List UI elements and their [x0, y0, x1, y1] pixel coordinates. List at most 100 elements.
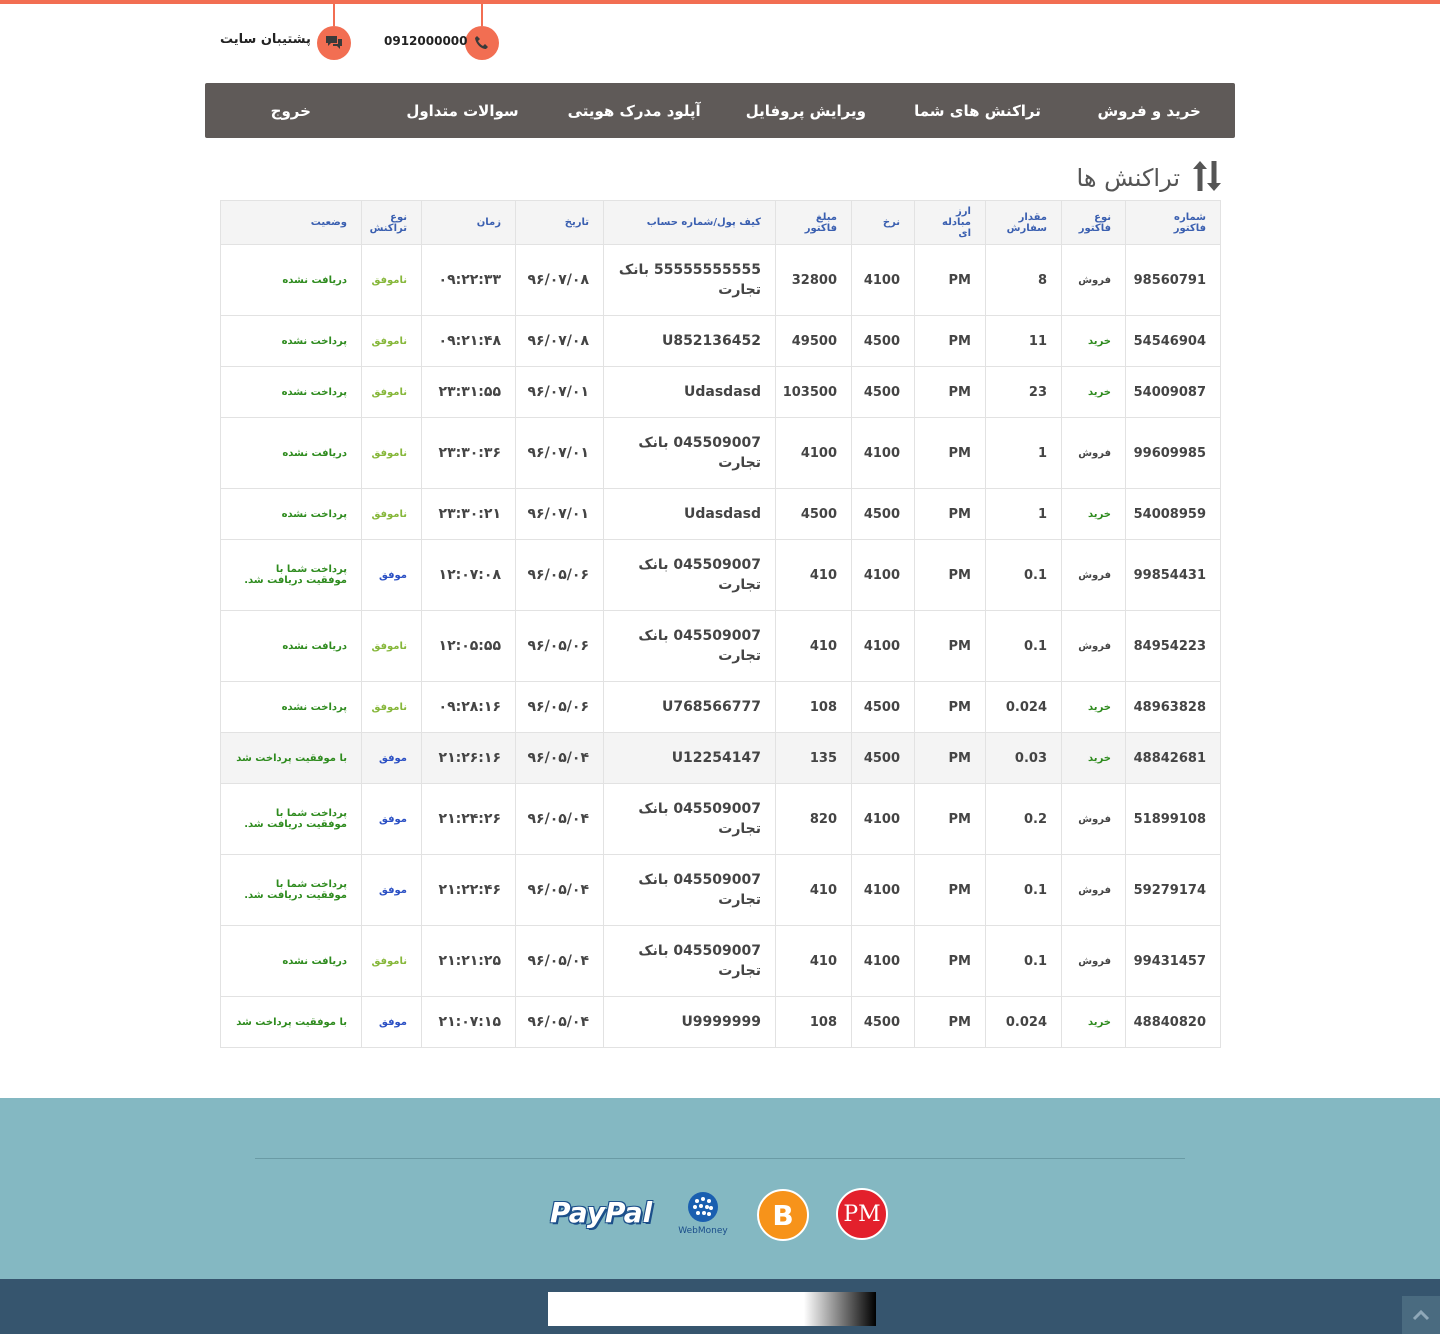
- column-header: کیف پول/شماره حساب: [603, 200, 776, 245]
- cell-invoice: 99609985: [1125, 417, 1221, 489]
- table-row[interactable]: 54009087 خرید 23 PM 4500 103500 Udasdasd ۹۶/۰۷/…: [220, 366, 1221, 418]
- nav-item-buy-sell[interactable]: خرید و فروش: [1063, 102, 1235, 120]
- cell-tx: ناموفق: [361, 366, 422, 418]
- table-row[interactable]: 48842681 خرید 0.03 PM 4500 135 U12254147 ۹۶/۰۵/…: [220, 732, 1221, 784]
- top-accent-line: [0, 0, 1440, 4]
- cell-tx: ناموفق: [361, 610, 422, 682]
- cell-invoice: 48842681: [1125, 732, 1221, 784]
- cell-currency: PM: [914, 366, 986, 418]
- cell-date: ۹۶/۰۵/۰۶: [515, 681, 604, 733]
- nav-item-logout[interactable]: خروج: [205, 102, 377, 120]
- cell-tx: موفق: [361, 539, 422, 611]
- webmoney-logo-icon: WebMoney: [673, 1190, 733, 1236]
- column-header: نوع تراکنش: [361, 200, 422, 245]
- cell-amount: 1: [985, 488, 1062, 540]
- table-row[interactable]: 99431457 فروش 0.1 PM 4100 410 045509007 بانک ت…: [220, 925, 1221, 997]
- cell-rate: 4500: [851, 366, 915, 418]
- main-nav: خرید و فروش تراکنش های شما ویرایش پروفای…: [205, 83, 1235, 138]
- cell-wallet: U9999999: [603, 996, 776, 1048]
- cell-time: ۱۲:۰۵:۵۵: [421, 610, 516, 682]
- cell-amount: 1: [985, 417, 1062, 489]
- cell-currency: PM: [914, 732, 986, 784]
- cell-status: پرداخت نشده: [220, 366, 362, 418]
- cell-type: خرید: [1061, 681, 1126, 733]
- cell-time: ۲۱:۰۷:۱۵: [421, 996, 516, 1048]
- bitcoin-logo-icon: B: [757, 1189, 809, 1241]
- column-header: زمان: [421, 200, 516, 245]
- cell-currency: PM: [914, 925, 986, 997]
- phone-icon: [465, 26, 499, 60]
- column-header: وضعیت: [220, 200, 362, 245]
- cell-currency: PM: [914, 610, 986, 682]
- cell-time: ۰۹:۲۸:۱۶: [421, 681, 516, 733]
- support-label: پشتیبان سایت: [220, 32, 311, 47]
- cell-time: ۲۱:۲۶:۱۶: [421, 732, 516, 784]
- cell-date: ۹۶/۰۷/۰۱: [515, 488, 604, 540]
- scroll-to-top-button[interactable]: [1402, 1296, 1440, 1334]
- cell-time: ۱۲:۰۷:۰۸: [421, 539, 516, 611]
- cell-wallet: 045509007 بانک تجارت: [603, 610, 776, 682]
- transactions-table: شماره فاکتور نوع فاکتور مقدار سفارش ارز مبا…: [220, 200, 1221, 1048]
- chevron-up-icon: [1412, 1309, 1430, 1321]
- cell-type: خرید: [1061, 996, 1126, 1048]
- cell-tx: ناموفق: [361, 244, 422, 316]
- nav-item-transactions[interactable]: تراکنش های شما: [892, 102, 1064, 120]
- table-row[interactable]: 54546904 خرید 11 PM 4500 49500 U852136452 ۹۶/۰۷…: [220, 315, 1221, 367]
- cell-status: پرداخت شما با موفقیت دریافت شد.: [220, 783, 362, 855]
- cell-tx: موفق: [361, 996, 422, 1048]
- table-row[interactable]: 84954223 فروش 0.1 PM 4100 410 045509007 بانک ت…: [220, 610, 1221, 682]
- cell-total: 4500: [775, 488, 852, 540]
- cell-currency: PM: [914, 488, 986, 540]
- cell-total: 410: [775, 539, 852, 611]
- cell-type: فروش: [1061, 854, 1126, 926]
- table-row[interactable]: 99854431 فروش 0.1 PM 4100 410 045509007 بانک ت…: [220, 539, 1221, 611]
- cell-amount: 0.1: [985, 610, 1062, 682]
- chat-icon: [317, 26, 351, 60]
- support-contact[interactable]: پشتیبان سایت: [220, 4, 352, 60]
- page-title-row: تراکنش ها: [1030, 158, 1222, 198]
- table-row[interactable]: 54008959 خرید 1 PM 4500 4500 Udasdasd ۹۶/۰۷/۰۱ ۲…: [220, 488, 1221, 540]
- cell-currency: PM: [914, 783, 986, 855]
- cell-date: ۹۶/۰۵/۰۴: [515, 925, 604, 997]
- cell-wallet: U12254147: [603, 732, 776, 784]
- cell-type: فروش: [1061, 417, 1126, 489]
- table-header-row: شماره فاکتور نوع فاکتور مقدار سفارش ارز مبا…: [220, 200, 1221, 245]
- cell-wallet: 045509007 بانک تجارت: [603, 783, 776, 855]
- cell-date: ۹۶/۰۷/۰۸: [515, 244, 604, 316]
- nav-item-edit-profile[interactable]: ویرایش پروفایل: [720, 102, 892, 120]
- cell-date: ۹۶/۰۵/۰۶: [515, 610, 604, 682]
- table-body: 98560791 فروش 8 PM 4100 32800 55555555555 بانک…: [220, 244, 1221, 1048]
- cell-date: ۹۶/۰۵/۰۴: [515, 783, 604, 855]
- cell-type: فروش: [1061, 610, 1126, 682]
- cell-status: با موفقیت پرداخت شد: [220, 732, 362, 784]
- column-header: تاریخ: [515, 200, 604, 245]
- cell-status: پرداخت شما با موفقیت دریافت شد.: [220, 539, 362, 611]
- nav-item-faq[interactable]: سوالات متداول: [377, 102, 549, 120]
- cell-wallet: Udasdasd: [603, 488, 776, 540]
- cell-invoice: 51899108: [1125, 783, 1221, 855]
- column-header: شماره فاکتور: [1125, 200, 1221, 245]
- cell-type: خرید: [1061, 366, 1126, 418]
- cell-type: خرید: [1061, 315, 1126, 367]
- table-row[interactable]: 48963828 خرید 0.024 PM 4500 108 U768566777 ۹۶/۰…: [220, 681, 1221, 733]
- table-row[interactable]: 98560791 فروش 8 PM 4100 32800 55555555555 بانک…: [220, 244, 1221, 316]
- cell-wallet: U768566777: [603, 681, 776, 733]
- cell-invoice: 54546904: [1125, 315, 1221, 367]
- table-row[interactable]: 48840820 خرید 0.024 PM 4500 108 U9999999 ۹۶/۰۵/…: [220, 996, 1221, 1048]
- cell-total: 4100: [775, 417, 852, 489]
- cell-rate: 4500: [851, 488, 915, 540]
- phone-contact[interactable]: 0912000000: [384, 4, 502, 60]
- cell-amount: 0.1: [985, 854, 1062, 926]
- cell-status: با موفقیت پرداخت شد: [220, 996, 362, 1048]
- cell-tx: ناموفق: [361, 315, 422, 367]
- nav-item-upload-id[interactable]: آپلود مدرک هویتی: [548, 102, 720, 120]
- table-row[interactable]: 99609985 فروش 1 PM 4100 4100 045509007 بانک تج…: [220, 417, 1221, 489]
- cell-type: فروش: [1061, 925, 1126, 997]
- cell-total: 820: [775, 783, 852, 855]
- cell-wallet: Udasdasd: [603, 366, 776, 418]
- cell-wallet: 55555555555 بانک تجارت: [603, 244, 776, 316]
- cell-invoice: 48963828: [1125, 681, 1221, 733]
- cell-wallet: 045509007 بانک تجارت: [603, 854, 776, 926]
- table-row[interactable]: 59279174 فروش 0.1 PM 4100 410 045509007 بانک ت…: [220, 854, 1221, 926]
- table-row[interactable]: 51899108 فروش 0.2 PM 4100 820 045509007 بانک ت…: [220, 783, 1221, 855]
